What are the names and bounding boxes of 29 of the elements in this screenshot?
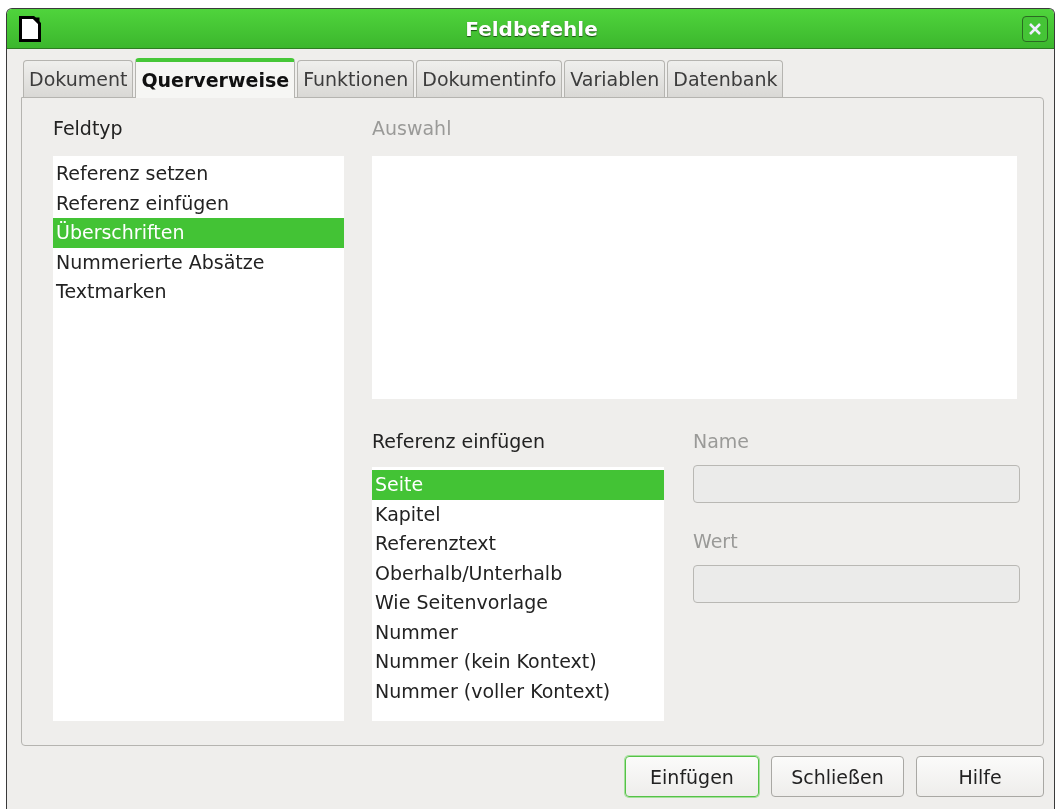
close-icon: [1028, 21, 1042, 36]
list-item[interactable]: Kapitel: [372, 499, 664, 529]
list-item[interactable]: Textmarken: [53, 277, 344, 307]
feldtyp-label: Feldtyp: [53, 116, 124, 141]
field-label: Name: [693, 429, 751, 454]
dialog-button[interactable]: Hilfe: [916, 756, 1044, 797]
tab[interactable]: Querverweise: [135, 58, 296, 98]
tab[interactable]: Datenbank: [667, 60, 784, 97]
auswahl-label: Auswahl: [372, 116, 453, 141]
dialog-button[interactable]: Schließen: [771, 756, 904, 797]
tab[interactable]: Variablen: [564, 60, 666, 97]
list-item[interactable]: Referenz einfügen: [53, 188, 344, 218]
dialog-button[interactable]: Einfügen: [625, 756, 759, 797]
list-item[interactable]: Nummerierte Absätze: [53, 247, 344, 277]
list-item[interactable]: Wie Seitenvorlage: [372, 588, 664, 618]
tab[interactable]: Dokument: [23, 60, 134, 97]
field-label: Wert: [693, 529, 739, 554]
list-item[interactable]: Nummer (kein Kontext): [372, 647, 664, 677]
list-item[interactable]: Referenztext: [372, 529, 664, 559]
window-title: Feldbefehle: [464, 16, 599, 41]
tab[interactable]: Dokumentinfo: [416, 60, 563, 97]
list-item[interactable]: Nummer (voller Kontext): [372, 676, 664, 706]
list-item[interactable]: Oberhalb/Unterhalb: [372, 558, 664, 588]
referenz-label: Referenz einfügen: [372, 429, 547, 454]
list-item[interactable]: Nummer: [372, 617, 664, 647]
document-icon: [19, 15, 41, 42]
list-item[interactable]: Referenz setzen: [53, 159, 344, 189]
close-button[interactable]: [1022, 15, 1048, 42]
tab[interactable]: Funktionen: [297, 60, 415, 97]
